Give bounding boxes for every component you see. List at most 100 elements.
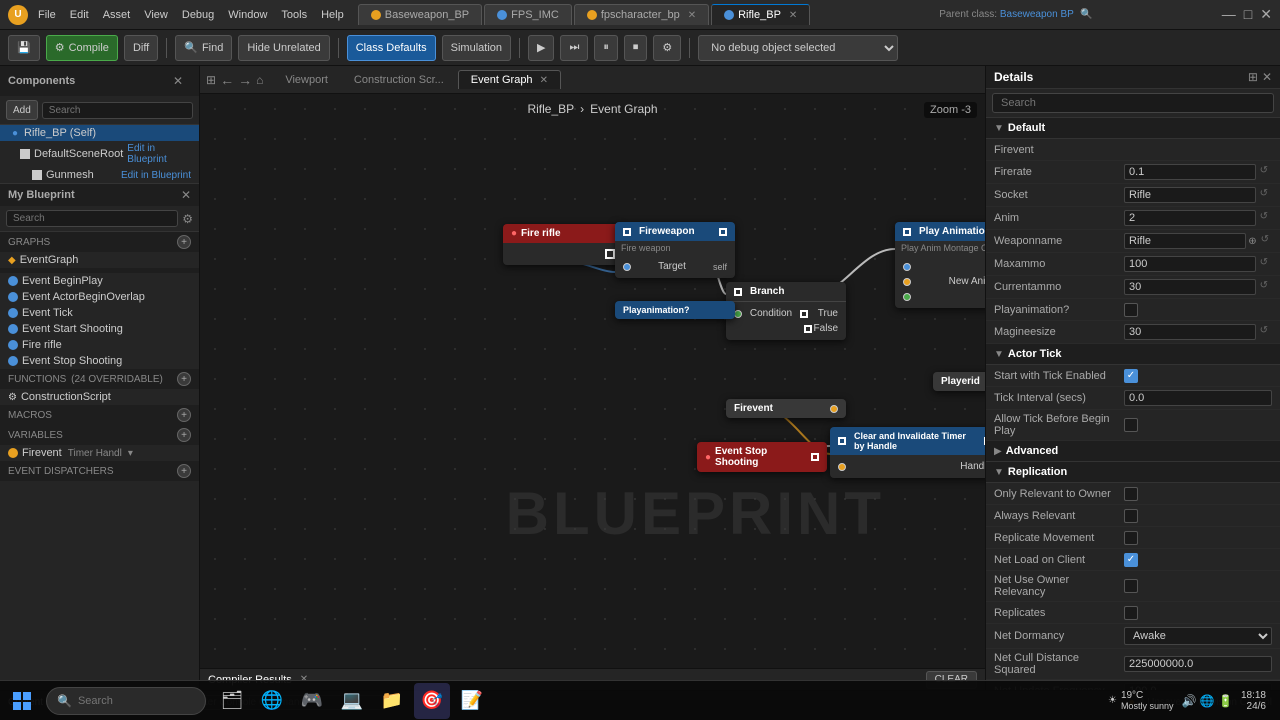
advanced1-header[interactable]: ▶ Advanced (986, 441, 1280, 462)
net-use-owner-checkbox[interactable] (1124, 579, 1138, 593)
home-btn[interactable]: ⌂ (256, 73, 263, 87)
net-cull-input[interactable] (1124, 656, 1272, 672)
replicates-checkbox[interactable] (1124, 606, 1138, 620)
add-dispatcher-button[interactable]: + (177, 464, 191, 478)
node-event-stop-shooting[interactable]: ● Event Stop Shooting (697, 442, 827, 472)
menu-view[interactable]: View (144, 9, 168, 21)
net-load-client-checkbox[interactable]: ✓ (1124, 553, 1138, 567)
close-event-graph[interactable]: ✕ (540, 75, 548, 86)
only-relevant-checkbox[interactable] (1124, 487, 1138, 501)
maximize-btn[interactable]: □ (1244, 6, 1252, 23)
add-function-button[interactable]: + (177, 372, 191, 386)
taskbar-ue[interactable]: 🎯 (414, 683, 450, 719)
simulation-button[interactable]: Simulation (442, 35, 511, 61)
tab-fpscharacter[interactable]: fpscharacter_bp ✕ (574, 4, 709, 25)
tab-rifle-bp[interactable]: Rifle_BP ✕ (711, 4, 810, 25)
always-relevant-checkbox[interactable] (1124, 509, 1138, 523)
hide-unrelated-button[interactable]: Hide Unrelated (238, 35, 329, 61)
construction-script-item[interactable]: ⚙ ConstructionScript (0, 389, 199, 405)
components-search-input[interactable] (42, 102, 193, 119)
taskbar-app5[interactable]: 📁 (374, 683, 410, 719)
details-grid-icon[interactable]: ⊞ (1248, 70, 1258, 84)
node-prevent[interactable]: Firevent (726, 399, 846, 418)
magineesize-input[interactable] (1124, 324, 1256, 340)
find-button[interactable]: 🔍 Find (175, 35, 232, 61)
menu-tools[interactable]: Tools (281, 9, 307, 21)
my-blueprint-header[interactable]: My Blueprint ✕ (0, 184, 199, 206)
variable-firevent[interactable]: Firevent Timer Handl ▾ (0, 445, 199, 461)
tree-item-gunmesh[interactable]: Gunmesh Edit in Blueprint (0, 167, 199, 183)
edit-link-gunmesh[interactable]: Edit in Blueprint (121, 170, 191, 181)
weaponname-input[interactable] (1124, 233, 1246, 249)
firerate-input[interactable] (1124, 164, 1256, 180)
tick-interval-input[interactable] (1124, 390, 1272, 406)
currentammo-reset[interactable]: ↺ (1260, 280, 1272, 294)
back-btn[interactable]: ← (220, 72, 234, 88)
replication-header[interactable]: ▼ Replication (986, 462, 1280, 483)
add-variable-button[interactable]: + (177, 428, 191, 442)
add-component-button[interactable]: Add (6, 100, 38, 120)
save-button[interactable]: 💾 (8, 35, 40, 61)
node-playanimation2[interactable]: Playanimation? (615, 301, 735, 319)
maxammo-input[interactable] (1124, 256, 1256, 272)
currentammo-input[interactable] (1124, 279, 1256, 295)
tick-enabled-checkbox[interactable]: ✓ (1124, 369, 1138, 383)
event-graph-item[interactable]: ◆ EventGraph (0, 252, 199, 268)
menu-asset[interactable]: Asset (103, 9, 131, 21)
parent-class-link[interactable]: Baseweapon BP (1000, 9, 1074, 20)
event-tick[interactable]: Event Tick (0, 305, 199, 321)
diff-button[interactable]: Diff (124, 35, 158, 61)
node-fireweapon[interactable]: Fireweapon Fire weapon Target self (615, 222, 735, 278)
event-stop-shooting[interactable]: Event Stop Shooting (0, 353, 199, 369)
event-actor-begin-overlap[interactable]: Event ActorBeginOverlap (0, 289, 199, 305)
default-section-header[interactable]: ▼ Default (986, 118, 1280, 139)
replicate-movement-checkbox[interactable] (1124, 531, 1138, 545)
menu-edit[interactable]: Edit (70, 9, 89, 21)
close-icon-active[interactable]: ✕ (789, 10, 797, 21)
menu-file[interactable]: File (38, 9, 56, 21)
event-start-shooting[interactable]: Event Start Shooting (0, 321, 199, 337)
node-clear-timer[interactable]: Clear and Invalidate Timer by Handle Han… (830, 427, 985, 478)
compile-button[interactable]: ⚙ Compile (46, 35, 118, 61)
edit-link-default-scene[interactable]: Edit in Blueprint (127, 143, 191, 165)
weaponname-browse-icon[interactable]: ⊕ (1248, 236, 1256, 247)
forward-btn[interactable]: → (238, 72, 252, 88)
add-graph-button[interactable]: + (177, 235, 191, 249)
settings-icon[interactable]: ⚙ (182, 212, 193, 226)
close-details-icon[interactable]: ✕ (1262, 70, 1272, 84)
minimize-btn[interactable]: — (1222, 6, 1236, 23)
taskbar-explorer[interactable]: 🗂 (214, 683, 250, 719)
start-button[interactable] (6, 685, 38, 717)
fire-rifle-item[interactable]: Fire rifle (0, 337, 199, 353)
allow-tick-checkbox[interactable] (1124, 418, 1138, 432)
menu-help[interactable]: Help (321, 9, 344, 21)
playanimation-checkbox[interactable] (1124, 303, 1138, 317)
blueprint-search-input[interactable] (6, 210, 178, 227)
components-header[interactable]: Components ✕ (0, 66, 199, 96)
taskbar-word[interactable]: 📝 (454, 683, 490, 719)
taskbar-app3[interactable]: 🎮 (294, 683, 330, 719)
menu-debug[interactable]: Debug (182, 9, 214, 21)
debug-object-select[interactable]: No debug object selected (698, 35, 898, 61)
add-macro-button[interactable]: + (177, 408, 191, 422)
node-fire-rifle[interactable]: ● Fire rifle (503, 224, 623, 265)
menu-window[interactable]: Window (228, 9, 267, 21)
details-search-input[interactable] (992, 93, 1274, 113)
tab-viewport[interactable]: Viewport (273, 71, 340, 89)
node-playerid[interactable]: Playerid (933, 372, 985, 391)
tree-item-default-scene-root[interactable]: DefaultSceneRoot Edit in Blueprint (0, 141, 199, 167)
close-icon[interactable]: ✕ (688, 10, 696, 21)
stop-button[interactable]: ⏹ (624, 35, 648, 61)
anim-input[interactable] (1124, 210, 1256, 226)
taskbar-app2[interactable]: 🌐 (254, 683, 290, 719)
event-begin-play[interactable]: Event BeginPlay (0, 273, 199, 289)
weaponname-reset[interactable]: ↺ (1261, 234, 1272, 248)
socket-reset[interactable]: ↺ (1260, 188, 1272, 202)
close-btn[interactable]: ✕ (1260, 6, 1272, 23)
maxammo-reset[interactable]: ↺ (1260, 257, 1272, 271)
close-components-icon[interactable]: ✕ (173, 74, 183, 88)
tab-baseweapon[interactable]: Baseweapon_BP (358, 4, 482, 25)
tree-item-rifle-bp-self[interactable]: ● Rifle_BP (Self) (0, 125, 199, 141)
step-button[interactable]: ⏭ (560, 35, 588, 61)
tab-construction[interactable]: Construction Scr... (342, 71, 456, 89)
